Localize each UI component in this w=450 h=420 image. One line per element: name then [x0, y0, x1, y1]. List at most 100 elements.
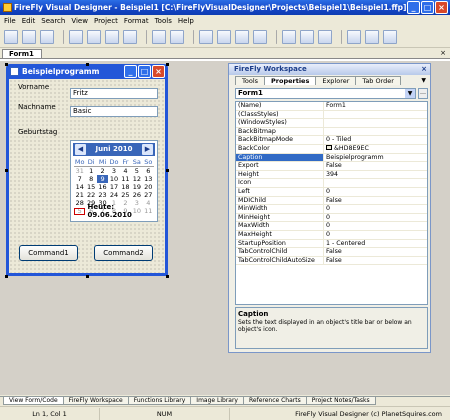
property-row[interactable]: Left 0	[236, 187, 427, 197]
property-row[interactable]: MinHeight 0	[236, 213, 427, 223]
property-value[interactable]	[324, 128, 427, 136]
align-top-icon[interactable]	[235, 29, 249, 44]
property-row[interactable]: TabControlChildAutoSize False	[236, 256, 427, 266]
property-row[interactable]: MaxWidth 0	[236, 222, 427, 231]
calendar-day[interactable]: 26	[131, 191, 142, 199]
property-value[interactable]: 0	[324, 222, 427, 230]
copy-icon[interactable]	[105, 29, 119, 44]
command2-button[interactable]: Command2	[94, 245, 153, 261]
property-value[interactable]: 394	[324, 171, 427, 179]
bottom-tab[interactable]: Functions Library	[127, 397, 192, 405]
calendar-day[interactable]: 5	[131, 167, 142, 175]
property-value[interactable]: &HD8E9EC	[324, 145, 427, 153]
nachname-field[interactable]: Basic	[70, 106, 158, 117]
calendar-day[interactable]: 11	[120, 175, 131, 183]
resize-handle[interactable]	[86, 275, 89, 278]
property-value[interactable]: Beispielprogramm	[324, 154, 427, 162]
resize-handle[interactable]	[5, 63, 8, 66]
minimize-button[interactable]: _	[407, 1, 420, 14]
property-row[interactable]: (ClassStyles)	[236, 110, 427, 120]
calendar-day[interactable]: 31	[74, 167, 85, 175]
menu-item-help[interactable]: Help	[178, 17, 194, 25]
calendar-day[interactable]: 6	[143, 167, 154, 175]
calendar-day[interactable]: 20	[143, 183, 154, 191]
menu-item-search[interactable]: Search	[41, 17, 65, 25]
property-value[interactable]: 0	[324, 231, 427, 239]
calendar-day[interactable]: 16	[97, 183, 108, 191]
property-value[interactable]: Form1	[324, 102, 427, 110]
paste-icon[interactable]	[123, 29, 137, 44]
calendar-day[interactable]: 4	[120, 167, 131, 175]
property-row[interactable]: BackBitmap	[236, 127, 427, 137]
property-value[interactable]: 1 - Centered	[324, 240, 427, 248]
calendar-day[interactable]: 19	[131, 183, 142, 191]
calendar-day[interactable]: 18	[120, 183, 131, 191]
resize-handle[interactable]	[5, 169, 8, 172]
resize-handle[interactable]	[5, 275, 8, 278]
property-row[interactable]: MaxHeight 0	[236, 230, 427, 240]
property-value[interactable]: False	[324, 197, 427, 205]
calendar-day[interactable]: 2	[97, 167, 108, 175]
close-button[interactable]: ×	[435, 1, 448, 14]
calendar-day[interactable]: 24	[108, 191, 119, 199]
property-row[interactable]: TabControlChild False	[236, 248, 427, 257]
calendar-day[interactable]: 27	[143, 191, 154, 199]
bottom-tab[interactable]: Reference Charts	[242, 397, 307, 405]
tab-explorer[interactable]: Explorer	[315, 76, 357, 85]
property-row[interactable]: Caption Beispielprogramm	[236, 153, 427, 163]
run-icon[interactable]	[300, 29, 314, 44]
calendar-day[interactable]: 9	[96, 175, 109, 183]
property-value[interactable]: 0	[324, 188, 427, 196]
calendar[interactable]: ◀ Juni 2010 ▶ Mo Di Mi Do Fr Sa So 31 1 2 3 4 5 6 7 8 9 1…	[70, 140, 158, 222]
property-value[interactable]: 0	[324, 214, 427, 222]
property-row[interactable]: BackBitmapMode 0 - Tiled	[236, 136, 427, 145]
property-menu-button[interactable]: …	[418, 88, 428, 99]
tab-list-icon[interactable]: ▼	[421, 77, 426, 84]
menu-item-tools[interactable]: Tools	[155, 17, 172, 25]
redo-icon[interactable]	[170, 29, 184, 44]
menu-item-format[interactable]: Format	[124, 17, 149, 25]
property-row[interactable]: (Name) Form1	[236, 102, 427, 111]
new-icon[interactable]	[4, 29, 18, 44]
property-row[interactable]: Export False	[236, 162, 427, 171]
align-left-icon[interactable]	[199, 29, 213, 44]
save-icon[interactable]	[40, 29, 54, 44]
form-minimize-button[interactable]: _	[124, 65, 137, 78]
bottom-tab[interactable]: Image Library	[190, 397, 244, 405]
next-month-icon[interactable]: ▶	[142, 144, 153, 155]
menu-item-view[interactable]: View	[71, 17, 88, 25]
calendar-day[interactable]: 21	[74, 191, 85, 199]
calendar-day[interactable]: 3	[108, 167, 119, 175]
bottom-tab[interactable]: FireFly Workspace	[62, 397, 129, 405]
menu-item-project[interactable]: Project	[94, 17, 118, 25]
tab-tools[interactable]: Tools	[235, 76, 266, 85]
resize-handle[interactable]	[166, 275, 169, 278]
property-row[interactable]: Height 394	[236, 170, 427, 180]
calendar-day[interactable]: 14	[74, 183, 85, 191]
property-value[interactable]: False	[324, 162, 427, 170]
designer-form[interactable]: Beispielprogramm _ □ × Vorname Fritz Nac…	[6, 64, 168, 276]
property-value[interactable]	[324, 179, 427, 187]
calendar-today[interactable]: Heute: 09.06.2010	[74, 203, 157, 219]
property-value[interactable]: 0	[324, 205, 427, 213]
property-row[interactable]: StartupPosition 1 - Centered	[236, 239, 427, 249]
property-value[interactable]: 0 - Tiled	[324, 136, 427, 144]
calendar-day[interactable]: 17	[108, 183, 119, 191]
tab-properties[interactable]: Properties	[264, 76, 317, 85]
property-row[interactable]: MDIChild False	[236, 196, 427, 206]
calendar-day[interactable]: 8	[85, 175, 96, 183]
chevron-down-icon[interactable]: ▼	[405, 89, 415, 98]
vorname-field[interactable]: Fritz	[70, 88, 158, 99]
property-value[interactable]: False	[324, 257, 427, 265]
calendar-day[interactable]: 1	[85, 167, 96, 175]
form-close-button[interactable]: ×	[152, 65, 165, 78]
debug-icon[interactable]	[318, 29, 332, 44]
module-icon[interactable]	[365, 29, 379, 44]
property-value[interactable]	[324, 119, 427, 127]
undo-icon[interactable]	[152, 29, 166, 44]
maximize-button[interactable]: □	[421, 1, 434, 14]
compile-icon[interactable]	[282, 29, 296, 44]
calendar-day[interactable]: 7	[74, 175, 85, 183]
command1-button[interactable]: Command1	[19, 245, 78, 261]
close-document-icon[interactable]: ×	[440, 49, 446, 57]
